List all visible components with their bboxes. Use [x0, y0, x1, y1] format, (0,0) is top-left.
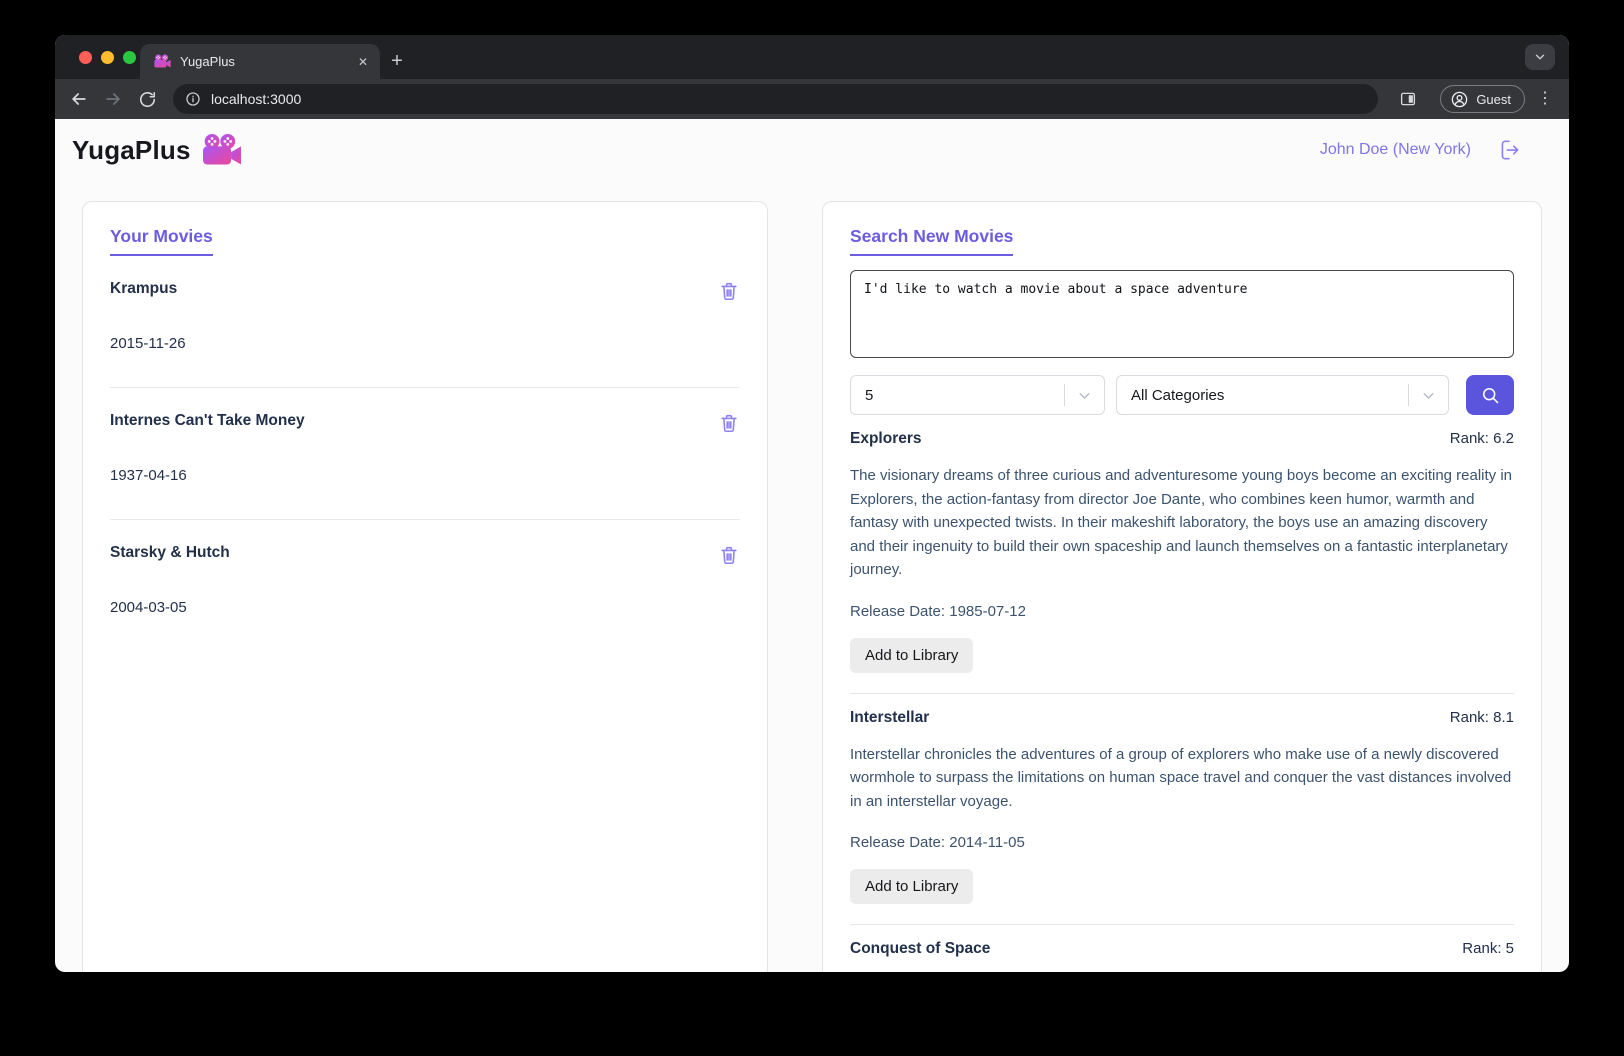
tab-close-icon[interactable]: ✕ — [354, 53, 372, 71]
library-movie-row: Internes Can't Take Money 1937-04-16 — [110, 388, 740, 520]
result-description: The visionary dreams of three curious an… — [850, 464, 1514, 582]
search-query-input[interactable]: I'd like to watch a movie about a space … — [850, 270, 1514, 358]
movie-title: Krampus — [110, 280, 177, 298]
movie-title: Internes Can't Take Money — [110, 412, 305, 430]
search-controls: 5 All Categories — [850, 375, 1514, 415]
category-value: All Categories — [1131, 387, 1408, 404]
guest-avatar-icon — [1450, 90, 1469, 109]
window-controls — [79, 35, 136, 79]
movie-release-date: 1937-04-16 — [110, 467, 740, 484]
forward-button[interactable] — [97, 83, 129, 115]
tab-search-button[interactable] — [1525, 44, 1555, 70]
new-tab-button[interactable]: + — [380, 44, 414, 79]
search-result-row: Conquest of Space Rank: 5 — [850, 925, 1514, 972]
forward-arrow-icon — [103, 89, 123, 109]
logout-button[interactable] — [1497, 137, 1523, 163]
result-title: Interstellar — [850, 709, 929, 727]
browser-window: YugaPlus ✕ + localhost:3000 Guest ⋮ — [55, 35, 1569, 972]
user-name-label: John Doe (New York) — [1320, 141, 1471, 159]
side-panel-button[interactable] — [1392, 83, 1424, 115]
chevron-down-icon — [1533, 50, 1547, 64]
back-button[interactable] — [63, 83, 95, 115]
reload-button[interactable] — [131, 83, 163, 115]
your-movies-panel: Your Movies Krampus 2015-11-26 Internes … — [82, 201, 768, 972]
add-to-library-button[interactable]: Add to Library — [850, 638, 973, 673]
tab-title: YugaPlus — [180, 54, 345, 69]
site-info-icon[interactable] — [185, 91, 201, 107]
result-title: Explorers — [850, 430, 922, 448]
your-movies-heading: Your Movies — [110, 226, 213, 256]
result-limit-select[interactable]: 5 — [850, 375, 1105, 415]
delete-movie-button[interactable] — [718, 412, 740, 434]
browser-toolbar: localhost:3000 Guest ⋮ — [55, 79, 1569, 119]
tab-favicon-camera-icon — [154, 54, 171, 69]
browser-menu-button[interactable]: ⋮ — [1535, 91, 1555, 108]
delete-movie-button[interactable] — [718, 544, 740, 566]
search-icon — [1480, 385, 1501, 406]
result-rank: Rank: 6.2 — [1450, 430, 1514, 447]
main-content: Your Movies Krampus 2015-11-26 Internes … — [55, 181, 1569, 972]
close-window-button[interactable] — [79, 51, 92, 64]
select-divider — [1408, 384, 1409, 406]
select-divider — [1064, 384, 1065, 406]
movie-release-date: 2015-11-26 — [110, 335, 740, 352]
search-heading: Search New Movies — [850, 226, 1013, 256]
movie-release-date: 2004-03-05 — [110, 599, 740, 616]
category-select[interactable]: All Categories — [1116, 375, 1449, 415]
library-movie-row: Krampus 2015-11-26 — [110, 256, 740, 388]
delete-movie-button[interactable] — [718, 280, 740, 302]
chevron-down-icon — [1420, 387, 1437, 404]
add-to-library-button[interactable]: Add to Library — [850, 869, 973, 904]
app-title: YugaPlus — [72, 135, 191, 166]
search-button[interactable] — [1466, 375, 1514, 415]
result-description: Interstellar chronicles the adventures o… — [850, 743, 1514, 814]
chevron-down-icon — [1076, 387, 1093, 404]
trash-icon — [718, 280, 740, 302]
search-result-row: Explorers Rank: 6.2 The visionary dreams… — [850, 415, 1514, 694]
url-text: localhost:3000 — [211, 91, 301, 107]
trash-icon — [718, 412, 740, 434]
url-bar[interactable]: localhost:3000 — [173, 84, 1378, 114]
tab-yugaplus[interactable]: YugaPlus ✕ — [140, 44, 380, 79]
tab-strip: YugaPlus ✕ + — [55, 35, 1569, 79]
minimize-window-button[interactable] — [101, 51, 114, 64]
result-limit-value: 5 — [865, 387, 1064, 404]
movie-camera-logo-icon — [202, 134, 242, 167]
search-result-row: Interstellar Rank: 8.1 Interstellar chro… — [850, 694, 1514, 926]
side-panel-icon — [1399, 90, 1417, 108]
result-rank: Rank: 8.1 — [1450, 709, 1514, 726]
movie-title: Starsky & Hutch — [110, 544, 230, 562]
logout-icon — [1497, 137, 1523, 163]
result-release-date: Release Date: 2014-11-05 — [850, 834, 1514, 851]
result-rank: Rank: 5 — [1462, 940, 1514, 957]
zoom-window-button[interactable] — [123, 51, 136, 64]
search-panel: Search New Movies I'd like to watch a mo… — [822, 201, 1542, 972]
trash-icon — [718, 544, 740, 566]
profile-label: Guest — [1476, 92, 1511, 107]
app-header: YugaPlus John Doe (New York) — [55, 119, 1569, 181]
back-arrow-icon — [69, 89, 89, 109]
reload-icon — [138, 90, 157, 109]
profile-button[interactable]: Guest — [1440, 85, 1525, 113]
result-release-date: Release Date: 1985-07-12 — [850, 603, 1514, 620]
result-title: Conquest of Space — [850, 940, 990, 958]
library-movie-row: Starsky & Hutch 2004-03-05 — [110, 520, 740, 651]
